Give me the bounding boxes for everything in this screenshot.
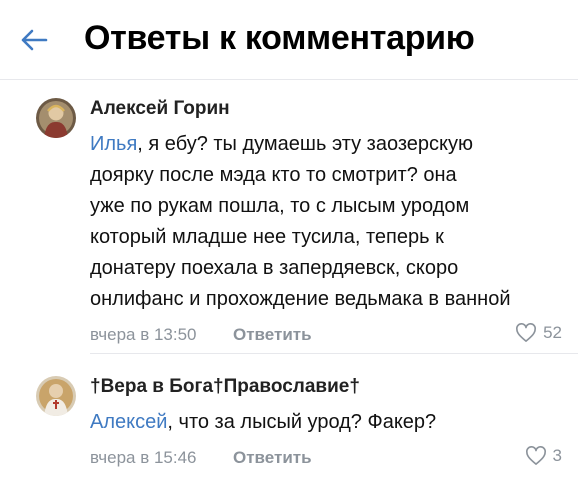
comment-body: Алексей Горин Илья, я ебу? ты думаешь эт… [90, 98, 564, 347]
comment-text-line: который младше нее тусила, теперь к [90, 226, 444, 248]
mention-link[interactable]: Алексей [90, 411, 167, 433]
comment-text: Илья, я ебу? ты думаешь эту заозерскую д… [90, 129, 564, 315]
comment-text-line: уже по рукам пошла, то с лысым уродом [90, 195, 470, 217]
like-count: 52 [543, 323, 562, 342]
avatar[interactable] [36, 98, 76, 138]
top-bar: Ответы к комментарию [0, 0, 578, 80]
comment-text-line: онлифанс и прохождение ведьмака в ванной [90, 288, 511, 310]
heart-icon [516, 323, 537, 342]
comment-text-line: , я ебу? ты думаешь эту заозерскую [137, 133, 474, 155]
comment-timestamp: вчера в 13:50 [90, 325, 197, 344]
comment-text-line: донатеру поехала в запердяевск, скоро [90, 257, 459, 279]
reply-button[interactable]: Ответить [233, 448, 312, 468]
comment-text-line: , что за лысый урод? Факер? [167, 411, 437, 433]
replies-list: Алексей Горин Илья, я ебу? ты думаешь эт… [0, 80, 578, 483]
back-button[interactable] [14, 20, 54, 60]
comment-text-line: доярку после мэда кто то смотрит? она [90, 164, 457, 186]
heart-icon [525, 446, 546, 465]
comment-text: Алексей, что за лысый урод? Факер? [90, 407, 564, 438]
like-button[interactable]: 52 [515, 323, 562, 343]
comment-timestamp: вчера в 15:46 [90, 448, 197, 467]
comment-author[interactable]: Алексей Горин [90, 98, 564, 120]
reply-button[interactable]: Ответить [233, 325, 312, 345]
comment-meta: вчера в 15:46 Ответить 3 [90, 444, 564, 470]
like-count: 3 [552, 446, 562, 465]
avatar[interactable] [36, 376, 76, 416]
page-title: Ответы к комментарию [84, 19, 475, 57]
comment-author[interactable]: †Вера в Бога†Православие† [90, 376, 564, 398]
mention-link[interactable]: Илья [90, 133, 137, 155]
arrow-left-icon [21, 29, 48, 51]
comment-body: †Вера в Бога†Православие† Алексей, что з… [90, 376, 564, 470]
divider [90, 353, 578, 354]
comment-meta: вчера в 13:50 Ответить 52 [90, 321, 564, 347]
like-button[interactable]: 3 [525, 446, 562, 466]
